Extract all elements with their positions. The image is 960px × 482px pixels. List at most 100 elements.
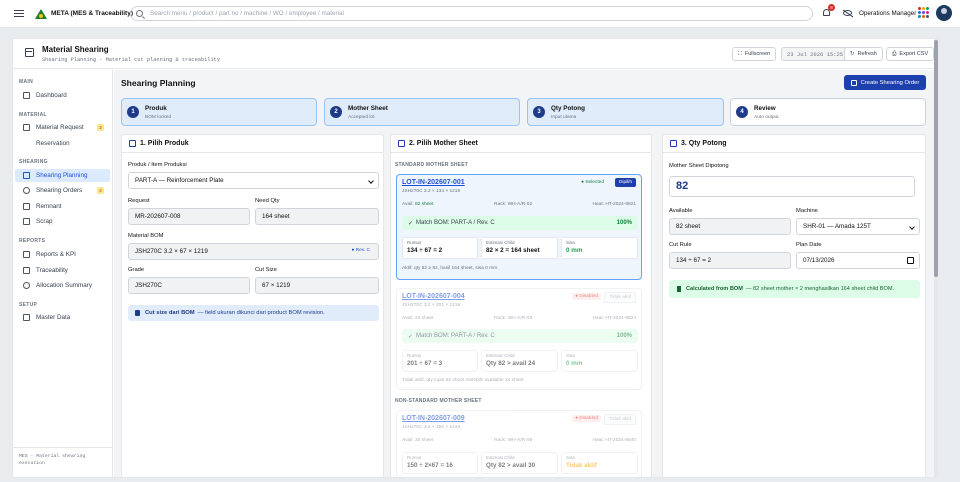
lot-spec: JSH270C 3.2 × 134 × 1219 bbox=[402, 189, 461, 194]
product-select[interactable]: PART-A — Reinforcement Plate bbox=[128, 172, 379, 189]
step-number: 4 bbox=[736, 106, 748, 118]
standard-section-label: STANDARD MOTHER SHEET bbox=[395, 162, 468, 168]
export-csv-button[interactable]: ⎙ Export CSV bbox=[886, 47, 935, 61]
export-icon: ⎙ bbox=[892, 50, 897, 57]
step-number: 1 bbox=[127, 106, 139, 118]
heat-text: Heat: HT-2024-8821 bbox=[592, 202, 636, 207]
sidebar-item-material-request[interactable]: Material Request 2 bbox=[15, 121, 110, 134]
sidebar-item-reservation[interactable]: Reservation bbox=[15, 137, 110, 150]
select-lot-button[interactable]: Dipilih bbox=[614, 178, 636, 187]
database-icon bbox=[23, 314, 30, 321]
sidebar-item-scrap[interactable]: Scrap bbox=[15, 215, 110, 228]
rumus-box: Rumus 150 ÷ 2×67 = 16 bbox=[402, 452, 478, 474]
sidebar-item-label: Shearing Orders bbox=[36, 187, 83, 194]
notification-bell-icon[interactable]: 8 bbox=[822, 4, 835, 18]
cut-rule-field: 134 ÷ 67 = 2 bbox=[669, 252, 791, 269]
create-label: Create Shearing Order bbox=[860, 79, 920, 86]
metric-label: Rumus bbox=[407, 455, 422, 460]
product-label: Produk / Item Produksi bbox=[128, 162, 187, 168]
check-icon: ✓ bbox=[408, 333, 414, 340]
heat-text: Heat: HT-2024-8824 bbox=[592, 316, 636, 321]
need-qty-field: 164 sheet bbox=[255, 208, 379, 225]
metric-label: Sisa bbox=[566, 240, 575, 245]
sidebar-item-allocation-summary[interactable]: Allocation Summary bbox=[15, 279, 110, 292]
fullscreen-button[interactable]: ⛶ Fullscreen bbox=[732, 47, 777, 61]
metric-value: 0 mm bbox=[566, 360, 583, 367]
available-label: Available bbox=[669, 208, 693, 214]
estimasi-box: Estimasi Child 82 × 2 = 164 sheet bbox=[481, 237, 558, 259]
lot-id[interactable]: LOT-IN-202607-009 bbox=[402, 415, 465, 422]
sidebar-item-remnant[interactable]: Remnant bbox=[15, 200, 110, 213]
user-role[interactable]: Operations Manager bbox=[859, 10, 916, 17]
cut-size-field: 67 × 1219 bbox=[255, 277, 379, 294]
search-input[interactable]: Search menu / product / part no / machin… bbox=[130, 6, 813, 21]
calendar-icon[interactable] bbox=[907, 257, 914, 264]
sidebar-item-dashboard[interactable]: Dashboard bbox=[15, 89, 110, 102]
avail-text: Avail: 24 sheet bbox=[402, 316, 433, 321]
rack-text: Rack: WH-A/R-02 bbox=[494, 202, 533, 207]
app-grid-icon[interactable] bbox=[918, 7, 929, 18]
sidebar-item-label: Traceability bbox=[36, 267, 68, 274]
refresh-label: Refresh bbox=[857, 51, 877, 57]
sidebar-item-shearing-orders[interactable]: Shearing Orders 4 bbox=[15, 184, 110, 197]
lot-spec: JSH270C 3.2 × 150 × 1219 bbox=[402, 425, 461, 430]
avatar[interactable] bbox=[936, 5, 952, 21]
mother-sheet-qty-input[interactable]: 82 bbox=[669, 176, 915, 197]
status-badge: ● Disabled bbox=[572, 415, 601, 422]
rack-text: Rack: WH-A/R-03 bbox=[494, 316, 533, 321]
lot-card-disabled: LOT-IN-202607-009 JSH270C 3.2 × 150 × 12… bbox=[396, 410, 642, 477]
sisa-box: Sisa 0 mm bbox=[561, 350, 638, 372]
step-review[interactable]: 4 Review Auto output bbox=[730, 98, 926, 126]
lot-note: Tidak aktif: qty input 82 sheet melebihi… bbox=[402, 378, 525, 383]
cut-rule-label: Cut Rule bbox=[669, 242, 692, 248]
fullscreen-icon: ⛶ bbox=[738, 50, 742, 57]
search-placeholder: Search menu / product / part no / machin… bbox=[150, 10, 344, 17]
export-label: Export CSV bbox=[899, 51, 929, 57]
sidebar-section-shearing: SHEARING bbox=[19, 159, 48, 165]
plan-date-input[interactable]: 07/13/2026 bbox=[796, 252, 920, 269]
machine-select[interactable]: SHR-01 — Amada 125T bbox=[796, 218, 920, 235]
search-icon bbox=[136, 10, 143, 17]
sidebar-item-shearing-planning[interactable]: Shearing Planning bbox=[15, 169, 110, 182]
avail-prefix: Avail: bbox=[402, 202, 414, 207]
sidebar-item-label: Reservation bbox=[36, 140, 70, 147]
cut-size-label: Cut Size bbox=[255, 267, 277, 273]
plan-date-value: 07/13/2026 bbox=[803, 257, 835, 264]
allocation-icon bbox=[23, 282, 30, 289]
box-icon bbox=[129, 140, 136, 147]
avail-prefix: Avail: bbox=[402, 438, 414, 443]
refresh-button[interactable]: ↻ Refresh bbox=[844, 47, 883, 61]
sidebar-item-label: Scrap bbox=[36, 218, 53, 225]
step-title: Qty Potong bbox=[551, 105, 585, 112]
scrollbar-thumb[interactable] bbox=[934, 40, 938, 277]
sidebar-footer: MES - Material shearing execution bbox=[13, 447, 113, 477]
bom-lock-info: Cut size dari BOM — field ukuran dikunci … bbox=[128, 305, 379, 321]
qty-potong-card: 3. Qty Potong Mother Sheet Dipotong 82 A… bbox=[662, 134, 926, 477]
metric-label: Estimasi Child bbox=[486, 455, 515, 460]
lot-id[interactable]: LOT-IN-202607-004 bbox=[402, 293, 465, 300]
lot-note: Aktif: qty 82 ≥ 82, hasil 164 sheet, sis… bbox=[402, 266, 499, 271]
step-title: Review bbox=[754, 105, 776, 112]
match-percent: 100% bbox=[616, 333, 632, 339]
sidebar-item-traceability[interactable]: Traceability bbox=[15, 264, 110, 277]
step-qty-potong[interactable]: 3 Qty Potong Input utama bbox=[527, 98, 724, 126]
bom-label: Material BOM bbox=[128, 233, 164, 239]
metric-value: 134 ÷ 67 = 2 bbox=[407, 247, 443, 254]
step-produk[interactable]: 1 Produk BOM locked bbox=[121, 98, 317, 126]
create-shearing-order-button[interactable]: Create Shearing Order bbox=[844, 75, 926, 90]
count-badge: 4 bbox=[97, 187, 104, 194]
metric-value: 0 mm bbox=[566, 247, 583, 254]
menu-icon[interactable] bbox=[14, 9, 24, 18]
scrollbar[interactable] bbox=[934, 38, 938, 478]
step-mother-sheet[interactable]: 2 Mother Sheet Accepted lot bbox=[324, 98, 520, 126]
calculated-info: Calculated from BOM — 82 sheet mother × 2… bbox=[669, 280, 920, 298]
sisa-box: Sisa Tidak aktif bbox=[561, 452, 638, 474]
calc-bold: Calculated from BOM bbox=[686, 286, 743, 292]
sidebar-item-label: Shearing Planning bbox=[36, 172, 88, 179]
eye-slash-icon[interactable] bbox=[843, 10, 852, 16]
lot-id[interactable]: LOT-IN-202607-001 bbox=[402, 179, 465, 186]
lot-card-selected[interactable]: LOT-IN-202607-001 JSH270C 3.2 × 134 × 12… bbox=[396, 174, 642, 280]
sidebar-item-reports-kpi[interactable]: Reports & KPI bbox=[15, 248, 110, 261]
sidebar-item-master-data[interactable]: Master Data bbox=[15, 311, 110, 324]
bom-value: JSH270C 3.2 × 67 × 1219 bbox=[135, 248, 208, 255]
